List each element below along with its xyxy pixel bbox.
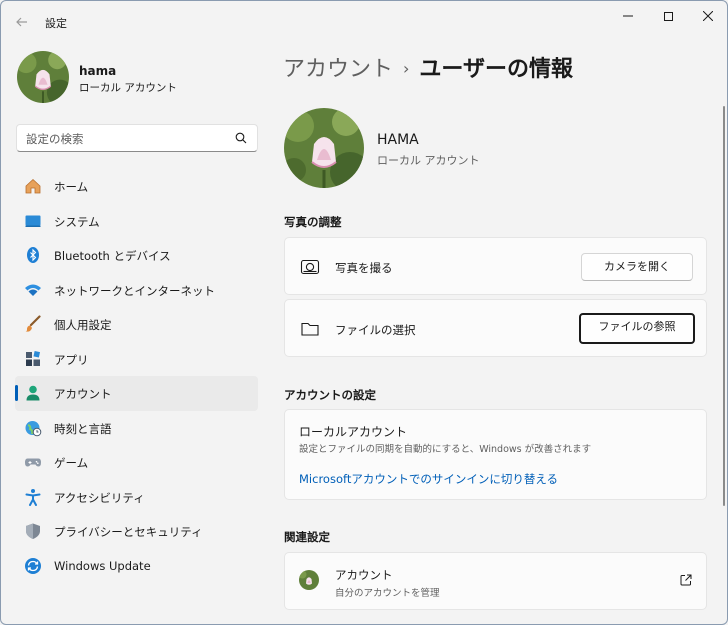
apps-icon xyxy=(26,350,41,366)
sidebar-item-label: アプリ xyxy=(54,352,89,367)
user-name: HAMA xyxy=(377,132,419,148)
user-account-type: ローカル アカウント xyxy=(377,154,480,167)
sidebar-item-bluetooth[interactable]: Bluetooth とデバイス xyxy=(15,238,258,273)
account-avatar-icon xyxy=(299,570,319,590)
close-button[interactable] xyxy=(691,7,725,27)
sidebar-item-network[interactable]: ネットワークとインターネット xyxy=(15,273,258,308)
breadcrumb-parent[interactable]: アカウント xyxy=(283,57,393,82)
sidebar-item-time-language[interactable]: 時刻と言語 xyxy=(15,411,258,446)
external-link-icon xyxy=(680,574,692,586)
related-item-subtitle: 自分のアカウントを管理 xyxy=(335,588,440,599)
choose-file-card: ファイルの選択 ファイルの参照 xyxy=(284,299,707,357)
profile-account-type: ローカル アカウント xyxy=(79,82,177,94)
profile-name: hama xyxy=(79,64,117,78)
system-icon xyxy=(25,215,41,227)
scrollbar[interactable] xyxy=(723,106,725,506)
sidebar-item-windows-update[interactable]: Windows Update xyxy=(15,549,258,584)
local-account-description: 設定とファイルの同期を自動的にすると、Windows が改善されます xyxy=(299,444,592,455)
sidebar-item-label: 時刻と言語 xyxy=(54,421,112,436)
window-title: 設定 xyxy=(45,17,67,30)
close-icon xyxy=(702,10,714,22)
sidebar-item-label: Windows Update xyxy=(54,558,151,573)
selection-indicator xyxy=(15,385,18,401)
sidebar-item-home[interactable]: ホーム xyxy=(15,169,258,204)
search-icon[interactable] xyxy=(235,132,247,144)
local-account-card: ローカルアカウント 設定とファイルの同期を自動的にすると、Windows が改善… xyxy=(284,409,707,500)
section-title-photo: 写真の調整 xyxy=(284,215,342,229)
local-account-title: ローカルアカウント xyxy=(299,425,408,439)
chevron-right-icon: › xyxy=(403,59,410,78)
section-title-account-settings: アカウントの設定 xyxy=(284,388,376,402)
minimize-button[interactable] xyxy=(611,7,645,27)
sidebar-item-label: ゲーム xyxy=(54,456,89,470)
search-box[interactable] xyxy=(16,124,258,152)
section-title-related: 関連設定 xyxy=(284,530,330,544)
sidebar-item-privacy-security[interactable]: プライバシーとセキュリティ xyxy=(15,514,258,549)
sidebar-nav: ホーム システム Bluetooth とデバイス ネットワークとインターネット … xyxy=(15,169,258,583)
maximize-button[interactable] xyxy=(651,7,685,27)
camera-icon xyxy=(300,259,320,275)
home-icon xyxy=(25,178,41,194)
title-bar: 設定 xyxy=(1,1,727,41)
minimize-icon xyxy=(623,15,633,17)
accessibility-icon xyxy=(25,488,41,506)
bluetooth-icon xyxy=(27,247,39,263)
breadcrumb: アカウント › ユーザーの情報 xyxy=(283,51,573,83)
sidebar-item-accounts[interactable]: アカウント xyxy=(15,376,258,411)
wifi-icon xyxy=(25,284,41,296)
sidebar-profile[interactable]: hama ローカル アカウント xyxy=(17,51,247,103)
switch-to-microsoft-account-link[interactable]: Microsoftアカウントでのサインインに切り替える xyxy=(299,471,558,487)
folder-icon xyxy=(301,322,319,336)
user-hero: HAMA ローカル アカウント xyxy=(284,108,584,190)
take-photo-card: 写真を撮る カメラを開く xyxy=(284,237,707,295)
open-camera-button[interactable]: カメラを開く xyxy=(581,253,693,281)
settings-window: 設定 hama ローカル アカウント 設定の検索 ホーム システム Blueto… xyxy=(0,0,728,625)
lotus-photo-icon xyxy=(17,51,69,103)
browse-files-button[interactable]: ファイルの参照 xyxy=(579,313,695,344)
update-icon xyxy=(25,557,41,574)
sidebar-item-label: アカウント xyxy=(54,387,112,401)
gamepad-icon xyxy=(25,458,41,467)
sidebar-item-system[interactable]: システム xyxy=(15,204,258,239)
globe-clock-icon xyxy=(25,420,42,436)
related-account-card[interactable]: アカウント 自分のアカウントを管理 xyxy=(284,552,707,610)
sidebar-item-label: Bluetooth とデバイス xyxy=(54,249,171,263)
sidebar-item-label: アクセシビリティ xyxy=(54,490,145,505)
sidebar-item-accessibility[interactable]: アクセシビリティ xyxy=(15,480,258,515)
sidebar-item-label: プライバシーとセキュリティ xyxy=(54,525,203,539)
arrow-left-icon xyxy=(16,17,27,27)
sidebar-item-label: システム xyxy=(54,214,100,229)
sidebar-item-label: ネットワークとインターネット xyxy=(54,283,215,298)
brush-icon xyxy=(25,315,41,332)
maximize-icon xyxy=(663,12,673,21)
sidebar-item-gaming[interactable]: ゲーム xyxy=(15,445,258,480)
avatar xyxy=(17,51,69,103)
account-icon xyxy=(26,385,40,401)
choose-file-label: ファイルの選択 xyxy=(335,323,416,337)
search-input[interactable] xyxy=(26,130,226,147)
lotus-photo-icon xyxy=(299,570,319,590)
user-avatar xyxy=(284,108,364,188)
sidebar-item-apps[interactable]: アプリ xyxy=(15,342,258,377)
sidebar-item-label: ホーム xyxy=(54,180,89,194)
sidebar-item-personalization[interactable]: 個人用設定 xyxy=(15,307,258,342)
take-photo-label: 写真を撮る xyxy=(335,261,393,275)
lotus-photo-icon xyxy=(284,108,364,188)
page-title: ユーザーの情報 xyxy=(419,57,573,82)
shield-icon xyxy=(26,523,40,539)
back-button[interactable] xyxy=(11,11,33,33)
related-item-title: アカウント xyxy=(335,568,393,582)
sidebar-item-label: 個人用設定 xyxy=(54,318,112,332)
